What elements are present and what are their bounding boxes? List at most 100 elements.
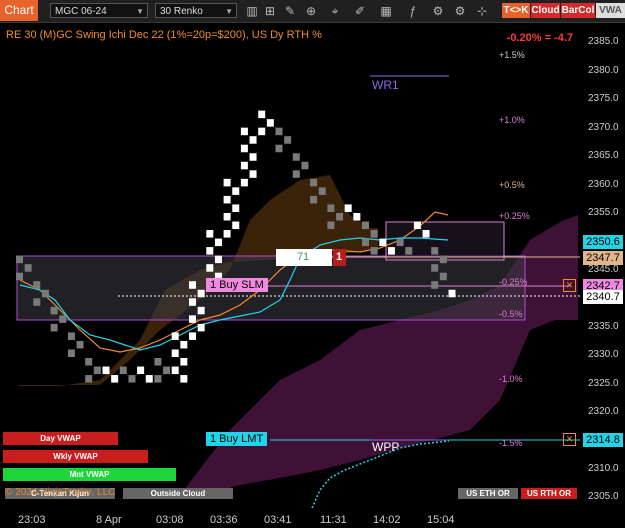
renko-brick-up	[223, 178, 231, 187]
renko-brick-down	[396, 238, 404, 247]
renko-brick-down	[370, 247, 378, 255]
renko-brick-up	[189, 281, 196, 289]
time-tick: 03:08	[156, 514, 184, 526]
counter-value: 71	[297, 251, 310, 263]
renko-brick-down	[310, 178, 318, 187]
price-tick: 2385.0	[588, 36, 619, 48]
renko-brick-down	[67, 349, 75, 358]
renko-brick-down	[41, 289, 49, 298]
renko-brick-down	[154, 375, 162, 383]
price-tag-tan: 2347.7	[583, 251, 623, 265]
price-tick: 2370.0	[588, 121, 619, 133]
renko-brick-down	[85, 358, 93, 366]
renko-brick-down	[128, 375, 136, 383]
renko-brick-down	[431, 264, 439, 272]
renko-brick-down	[50, 306, 58, 315]
time-axis[interactable]: 23:03 8 Apr 03:08 03:36 03:41 11:31 14:0…	[0, 511, 580, 528]
renko-brick-up	[197, 323, 205, 332]
cancel-order-icon[interactable]: ✕	[563, 279, 576, 292]
pct-level-minus-1-0: -1.0%	[499, 374, 523, 384]
us-eth-or-button[interactable]: US ETH OR	[458, 488, 518, 499]
renko-brick-down	[439, 255, 447, 264]
renko-brick-up	[387, 247, 395, 255]
renko-brick-down	[33, 298, 41, 306]
renko-brick-up	[344, 204, 352, 212]
renko-brick-up	[249, 170, 257, 178]
mnt-vwap-button[interactable]: Mnt VWAP	[3, 468, 176, 481]
price-tag-last: 2340.7	[583, 290, 623, 304]
pct-level-plus-0-5: +0.5%	[499, 180, 525, 190]
price-tick: 2320.0	[588, 406, 619, 418]
renko-brick-down	[67, 332, 75, 340]
day-vwap-button[interactable]: Day VWAP	[3, 432, 118, 445]
renko-brick-up	[206, 230, 214, 238]
renko-brick-down	[405, 247, 413, 255]
renko-brick-up	[353, 212, 361, 221]
renko-brick-up	[258, 127, 266, 136]
renko-brick-up	[214, 238, 222, 247]
renko-brick-up	[413, 221, 421, 230]
renko-brick-down	[431, 281, 439, 289]
time-tick: 15:04	[427, 514, 455, 526]
renko-brick-up	[240, 178, 248, 187]
renko-brick-down	[336, 212, 344, 221]
pct-level-plus-1-0: +1.0%	[499, 115, 525, 125]
buy-lmt-order-tag[interactable]: 1 Buy LMT	[206, 432, 268, 446]
renko-brick-down	[163, 366, 171, 375]
renko-brick-up	[249, 153, 257, 161]
cancel-order-icon[interactable]: ✕	[563, 433, 576, 446]
renko-brick-up	[197, 289, 205, 298]
renko-brick-down	[76, 340, 84, 349]
renko-brick-down	[327, 204, 335, 212]
renko-brick-down	[50, 323, 58, 332]
renko-brick-down	[301, 161, 309, 170]
pct-level-plus-0-25: +0.25%	[499, 211, 530, 221]
pct-level-minus-1-5: -1.5%	[499, 438, 523, 448]
renko-brick-up	[171, 349, 179, 358]
renko-brick-up	[223, 212, 231, 221]
renko-brick-up	[206, 247, 214, 255]
renko-brick-up	[214, 255, 222, 264]
price-tick: 2380.0	[588, 64, 619, 76]
renko-brick-down	[16, 255, 23, 264]
renko-brick-down	[327, 221, 335, 230]
wkly-vwap-button[interactable]: Wkly VWAP	[3, 450, 148, 463]
pct-level-minus-0-25: -0.25%	[499, 277, 528, 287]
renko-brick-down	[275, 144, 283, 153]
wpp-label: WPP	[372, 440, 400, 454]
price-tag-order: 2314.8	[583, 433, 623, 447]
time-tick: 8 Apr	[96, 514, 122, 526]
price-chart[interactable]	[0, 0, 625, 528]
renko-brick-up	[223, 195, 231, 204]
renko-brick-up	[379, 238, 387, 247]
renko-brick-down	[318, 187, 326, 195]
renko-brick-up	[171, 366, 179, 375]
us-rth-or-button[interactable]: US RTH OR	[521, 488, 577, 499]
buy-slm-order-tag[interactable]: 1 Buy SLM	[206, 278, 268, 292]
chart-title: RE 30 (M)GC Swing Ichi Dec 22 (1%=20p=$2…	[6, 29, 322, 41]
renko-brick-up	[266, 119, 274, 127]
renko-brick-down	[310, 195, 318, 204]
renko-brick-down	[362, 221, 369, 230]
price-tick: 2365.0	[588, 150, 619, 162]
renko-brick-up	[232, 221, 240, 230]
renko-brick-down	[33, 281, 41, 289]
renko-brick-up	[232, 187, 240, 195]
outside-cloud-button[interactable]: Outside Cloud	[123, 488, 233, 499]
renko-brick-down	[154, 358, 162, 366]
time-tick: 23:03	[18, 514, 46, 526]
renko-brick-down	[292, 170, 300, 178]
renko-brick-down	[362, 238, 369, 247]
time-tick: 11:31	[320, 514, 347, 526]
price-tick: 2305.0	[588, 491, 619, 503]
renko-brick-up	[180, 340, 188, 349]
price-tick: 2330.0	[588, 349, 619, 361]
renko-brick-up	[145, 375, 153, 383]
wr1-label: WR1	[372, 78, 399, 92]
renko-brick-up	[180, 375, 188, 383]
price-tick: 2325.0	[588, 377, 619, 389]
renko-brick-up	[232, 204, 240, 212]
renko-brick-up	[249, 136, 257, 144]
renko-brick-down	[93, 366, 101, 375]
price-tick: 2360.0	[588, 178, 619, 190]
